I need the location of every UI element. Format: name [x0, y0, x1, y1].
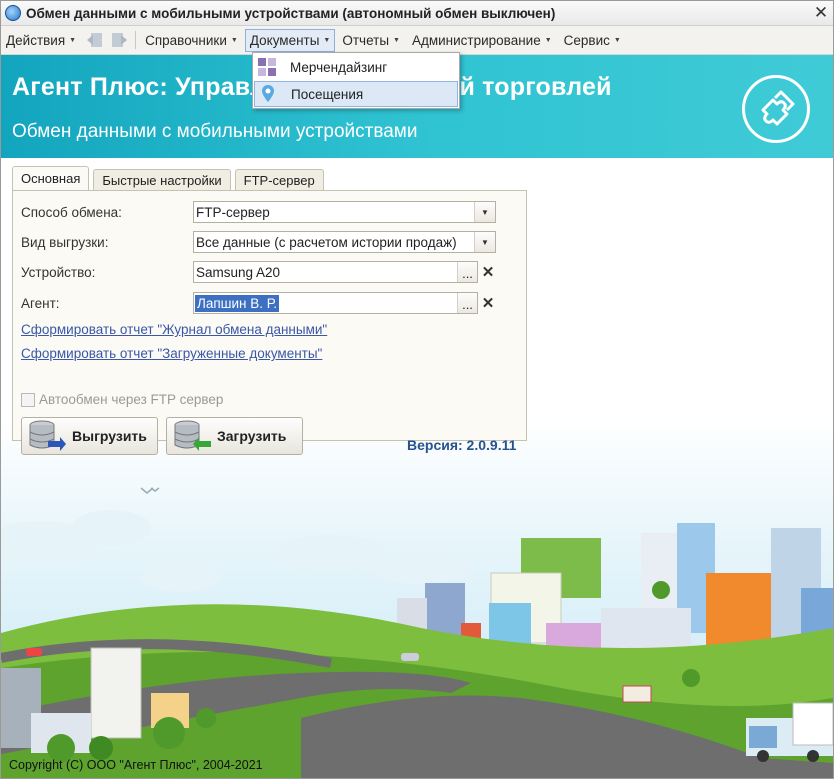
tab-main[interactable]: Основная [12, 166, 90, 190]
clear-device-button[interactable]: ✕ [479, 262, 497, 282]
menu-service[interactable]: Сервис ▼ [559, 29, 626, 52]
database-download-icon [174, 420, 211, 451]
menu-administration[interactable]: Администрирование ▼ [407, 29, 557, 52]
menu-reports-label: Отчеты [342, 32, 390, 48]
menu-item-merchandising[interactable]: Мерчендайзинг [254, 54, 458, 80]
menu-reports[interactable]: Отчеты ▼ [337, 29, 405, 52]
chevron-down-icon: ▼ [481, 237, 489, 247]
version-label: Версия: 2.0.9.11 [407, 437, 517, 453]
menu-item-merchandising-label: Мерчендайзинг [290, 59, 388, 75]
select-device-button[interactable]: ... [457, 262, 477, 282]
chevron-down-icon: ▼ [393, 36, 400, 44]
dropdown-button[interactable]: ▼ [474, 202, 495, 222]
menu-references[interactable]: Справочники ▼ [140, 29, 243, 52]
tab-ftp-server[interactable]: FTP-сервер [234, 169, 324, 190]
exchange-method-row: Способ обмена: FTP-сервер ▼ [21, 201, 496, 223]
app-globe-icon [5, 5, 21, 21]
agent-value: Лапшин В. Р. [195, 294, 279, 312]
upload-button-label: Выгрузить [72, 428, 147, 444]
menu-administration-label: Администрирование [411, 32, 541, 48]
exchange-method-select[interactable]: FTP-сервер ▼ [193, 201, 496, 223]
download-button-label: Загрузить [217, 428, 287, 444]
agent-row: Агент: Лапшин В. Р. ... ✕ [21, 292, 497, 314]
menu-service-label: Сервис [563, 32, 610, 48]
menu-bar: Действия ▼ Справочники ▼ Документы ▼ Отчеты… [1, 26, 833, 55]
menu-actions[interactable]: Действия ▼ [1, 29, 81, 52]
exchange-method-value: FTP-сервер [196, 204, 270, 220]
copyright-text: Copyright (C) ООО "Агент Плюс", 2004-202… [9, 758, 263, 772]
tab-quick-settings[interactable]: Быстрые настройки [93, 169, 231, 190]
main-window: Обмен данными с мобильными устройствами … [0, 0, 834, 779]
menu-documents-label: Документы [249, 32, 320, 48]
banner-subtitle: Обмен данными с мобильными устройствами [12, 121, 418, 142]
upload-type-label: Вид выгрузки: [21, 234, 109, 250]
chevron-down-icon: ▼ [544, 36, 552, 44]
puzzle-icon [742, 75, 810, 143]
exchange-log-report-link[interactable]: Сформировать отчет "Журнал обмена данным… [21, 322, 327, 337]
chevron-down-icon: ▼ [69, 36, 77, 44]
menu-item-visits[interactable]: Посещения [254, 81, 458, 107]
back-icon[interactable] [85, 30, 105, 50]
agent-label: Агент: [21, 295, 60, 311]
tab-strip: Основная Быстрые настройки FTP-сервер [12, 166, 527, 190]
toolbar-separator [135, 31, 137, 49]
menu-documents[interactable]: Документы ▼ [244, 28, 336, 52]
merchandising-icon [256, 56, 278, 78]
checkbox-box[interactable] [21, 392, 35, 407]
download-button[interactable]: Загрузить [166, 417, 303, 455]
device-value: Samsung A20 [196, 264, 281, 280]
close-button[interactable]: ✕ [809, 3, 833, 23]
clear-agent-button[interactable]: ✕ [479, 293, 497, 313]
device-label: Устройство: [21, 264, 96, 280]
autoexchange-checkbox[interactable]: Автообмен через FTP сервер [21, 392, 223, 407]
chevron-down-icon: ▼ [323, 36, 331, 44]
tab-content: Способ обмена: FTP-сервер ▼ Вид выгрузки… [12, 190, 527, 455]
loaded-documents-report-link[interactable]: Сформировать отчет "Загруженные документ… [21, 346, 322, 361]
upload-type-row: Вид выгрузки: Все данные (с расчетом ист… [21, 231, 496, 253]
device-row: Устройство: Samsung A20 ... ✕ [21, 261, 497, 283]
window-title: Обмен данными с мобильными устройствами … [26, 5, 556, 21]
autoexchange-label: Автообмен через FTP сервер [39, 392, 224, 407]
chevron-down-icon: ▼ [481, 207, 489, 217]
menu-actions-label: Действия [6, 32, 66, 48]
agent-field[interactable]: Лапшин В. Р. ... [193, 292, 478, 314]
title-bar: Обмен данными с мобильными устройствами … [1, 1, 833, 26]
database-upload-icon [29, 420, 66, 451]
documents-dropdown-menu: Мерчендайзинг Посещения [252, 52, 460, 109]
menu-references-label: Справочники [145, 32, 227, 48]
upload-button[interactable]: Выгрузить [21, 417, 158, 455]
menu-item-visits-label: Посещения [291, 86, 364, 102]
settings-panel: Основная Быстрые настройки FTP-сервер Сп… [12, 166, 527, 455]
dropdown-button[interactable]: ▼ [474, 232, 495, 252]
exchange-method-label: Способ обмена: [21, 204, 122, 220]
device-field[interactable]: Samsung A20 ... [193, 261, 478, 283]
chevron-down-icon: ▼ [230, 36, 238, 44]
select-agent-button[interactable]: ... [457, 293, 477, 313]
upload-type-value: Все данные (с расчетом истории продаж) [196, 234, 457, 250]
chevron-down-icon: ▼ [613, 36, 621, 44]
upload-type-select[interactable]: Все данные (с расчетом истории продаж) ▼ [193, 231, 496, 253]
forward-icon[interactable] [109, 30, 129, 50]
location-pin-icon [257, 83, 279, 105]
